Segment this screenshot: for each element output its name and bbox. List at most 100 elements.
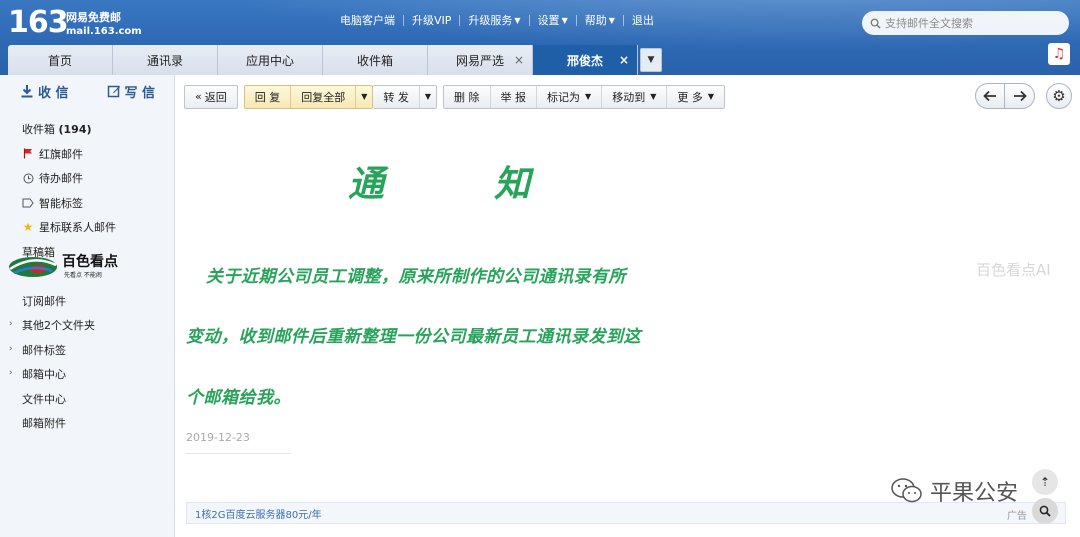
folder-mail-tags[interactable]: › 邮件标签	[0, 338, 174, 363]
reading-pane: «返回 回 复 回复全部 ▼ 转 发 ▼ 删 除 举 报 标记为 ▼ 移动到 ▼ 更…	[176, 75, 1080, 537]
mark-as-button[interactable]: 标记为 ▼	[537, 85, 603, 108]
tab-label: 应用中心	[245, 53, 294, 68]
mail-date: 2019-12-23	[186, 431, 250, 444]
forward-button[interactable]: 转 发	[373, 85, 420, 108]
folder-inbox[interactable]: 收件箱 (194)	[0, 117, 174, 142]
notice-title-char-2: 知	[494, 163, 531, 205]
tab-app-center[interactable]: 应用中心	[218, 45, 323, 75]
chevron-down-icon: ▼	[361, 92, 368, 101]
wechat-watermark-text: 平果公安	[930, 481, 1019, 506]
chevron-down-icon: ▼	[514, 15, 521, 25]
action-group: 删 除 举 报 标记为 ▼ 移动到 ▼ 更 多 ▼	[443, 84, 726, 109]
compose-label: 写 信	[124, 85, 156, 101]
tab-label: 邢俊杰	[566, 53, 603, 68]
folder-mail-center[interactable]: › 邮箱中心	[0, 362, 174, 387]
close-icon[interactable]: ×	[619, 53, 629, 67]
arrow-up-icon: ⇡	[1039, 475, 1051, 489]
tab-label: 网易严选	[455, 53, 504, 68]
reply-dropdown[interactable]: ▼	[356, 86, 372, 108]
topnav-desktop-client[interactable]: 电脑客户端	[332, 13, 403, 27]
chevron-right-icon[interactable]: ›	[9, 368, 13, 378]
tab-contacts[interactable]: 通讯录	[113, 45, 218, 75]
ad-text[interactable]: 1核2G百度云服务器80元/年	[195, 506, 322, 521]
wechat-watermark: 平果公安	[890, 475, 1018, 507]
reply-group: 回 复 回复全部 ▼	[243, 84, 374, 109]
unread-count: (194)	[58, 122, 92, 136]
folder-label: 收件箱	[22, 123, 55, 137]
chevron-down-icon: ▼	[707, 92, 715, 101]
tab-label: 通讯录	[146, 53, 183, 68]
close-icon[interactable]: ×	[514, 53, 524, 67]
clock-icon	[22, 172, 34, 184]
chevron-down-icon: ▼	[608, 15, 615, 25]
chevron-right-icon[interactable]: ›	[9, 319, 13, 329]
topnav-upgrade-vip[interactable]: 升级VIP	[404, 13, 459, 27]
topnav-settings-label: 设置	[537, 14, 560, 27]
next-mail-button[interactable]	[1005, 83, 1035, 109]
watermark-text-group: 百色看点 先看点 不能闹	[62, 255, 118, 280]
receive-mail-button[interactable]: 收 信	[20, 82, 69, 101]
folder-attachments[interactable]: 邮箱附件	[0, 411, 174, 436]
music-button[interactable]: ♫	[1048, 43, 1070, 65]
chevron-down-icon: ▼	[585, 92, 592, 101]
tab-label: 首页	[47, 53, 72, 68]
reply-all-button[interactable]: 回复全部	[291, 85, 357, 108]
topnav-upgrade-service[interactable]: 升级服务 ▼	[460, 13, 528, 27]
compose-row: 收 信 写 信	[0, 75, 174, 107]
zoom-button[interactable]	[1032, 498, 1058, 524]
top-navigation: 电脑客户端 升级VIP 升级服务 ▼ 设置 ▼ 帮助 ▼ 退出	[332, 13, 662, 27]
arrow-left-icon	[983, 90, 996, 102]
watermark-emblem-icon	[9, 257, 57, 277]
folder-label: 星标联系人邮件	[39, 221, 116, 235]
receive-mail-label: 收 信	[38, 85, 69, 101]
chevron-right-icon[interactable]: ›	[9, 344, 13, 354]
tab-yanxuan[interactable]: 网易严选 ×	[428, 45, 533, 75]
mail-toolbar: «返回 回 复 回复全部 ▼ 转 发 ▼ 删 除 举 报 标记为 ▼ 移动到 ▼ 更…	[176, 75, 1080, 118]
tab-current-email[interactable]: 邢俊杰 ×	[533, 45, 638, 75]
move-to-label: 移动到	[612, 90, 646, 104]
topnav-settings[interactable]: 设置 ▼	[530, 13, 576, 27]
topnav-logout[interactable]: 退出	[624, 13, 662, 27]
folder-red-flag[interactable]: 红旗邮件	[0, 142, 174, 167]
search-input[interactable]	[885, 16, 1060, 30]
move-to-button[interactable]: 移动到 ▼	[602, 85, 668, 108]
magnifier-icon	[1039, 505, 1051, 517]
back-button-inner: «返回	[185, 86, 237, 108]
scroll-to-top-button[interactable]: ⇡	[1032, 469, 1058, 495]
tab-inbox[interactable]: 收件箱	[323, 45, 428, 75]
chevron-down-icon: ▼	[561, 15, 568, 25]
reply-button[interactable]: 回 复	[245, 85, 292, 108]
folder-other-folders[interactable]: › 其他2个文件夹	[0, 313, 174, 338]
compose-button[interactable]: 写 信	[107, 82, 156, 101]
tab-home[interactable]: 首页	[8, 45, 113, 75]
back-button[interactable]: «返回	[184, 84, 238, 109]
more-button[interactable]: 更 多 ▼	[667, 86, 724, 108]
mail-line-3: 个邮箱给我。	[186, 388, 291, 408]
gear-icon: ⚙	[1052, 87, 1066, 105]
topnav-help[interactable]: 帮助 ▼	[577, 13, 623, 27]
music-note-icon: ♫	[1052, 46, 1066, 62]
download-arrow-icon	[21, 85, 33, 98]
delete-button[interactable]: 删 除	[444, 85, 491, 108]
folder-label: 邮箱中心	[22, 368, 66, 382]
folder-subscriptions[interactable]: 订阅邮件	[0, 289, 174, 314]
settings-button[interactable]: ⚙	[1046, 83, 1072, 109]
report-button[interactable]: 举 报	[491, 85, 538, 108]
folder-file-center[interactable]: 文件中心	[0, 387, 174, 412]
forward-dropdown[interactable]: ▼	[420, 86, 436, 108]
star-icon: ★	[22, 220, 34, 235]
notice-title-char-1: 通	[348, 163, 385, 205]
back-label: 返回	[204, 90, 227, 104]
folder-starred-contacts[interactable]: ★ 星标联系人邮件	[0, 215, 174, 240]
logo-brand-name: 网易免费邮	[66, 11, 121, 24]
folder-todo[interactable]: 待办邮件	[0, 166, 174, 191]
sidebar: 收 信 写 信 收件箱 (194) 红旗邮件 待办邮件 智能标签 ★ 星标联系人…	[0, 75, 175, 537]
pencil-icon	[107, 85, 120, 98]
previous-mail-button[interactable]	[975, 83, 1005, 109]
tab-overflow-button[interactable]: ▼	[640, 48, 662, 72]
chevron-down-icon: ▼	[424, 92, 432, 101]
folder-label: 红旗邮件	[39, 147, 83, 161]
search-box[interactable]	[862, 11, 1069, 35]
folder-smart-tags[interactable]: 智能标签	[0, 191, 174, 216]
chevron-down-icon: ▼	[647, 55, 655, 65]
